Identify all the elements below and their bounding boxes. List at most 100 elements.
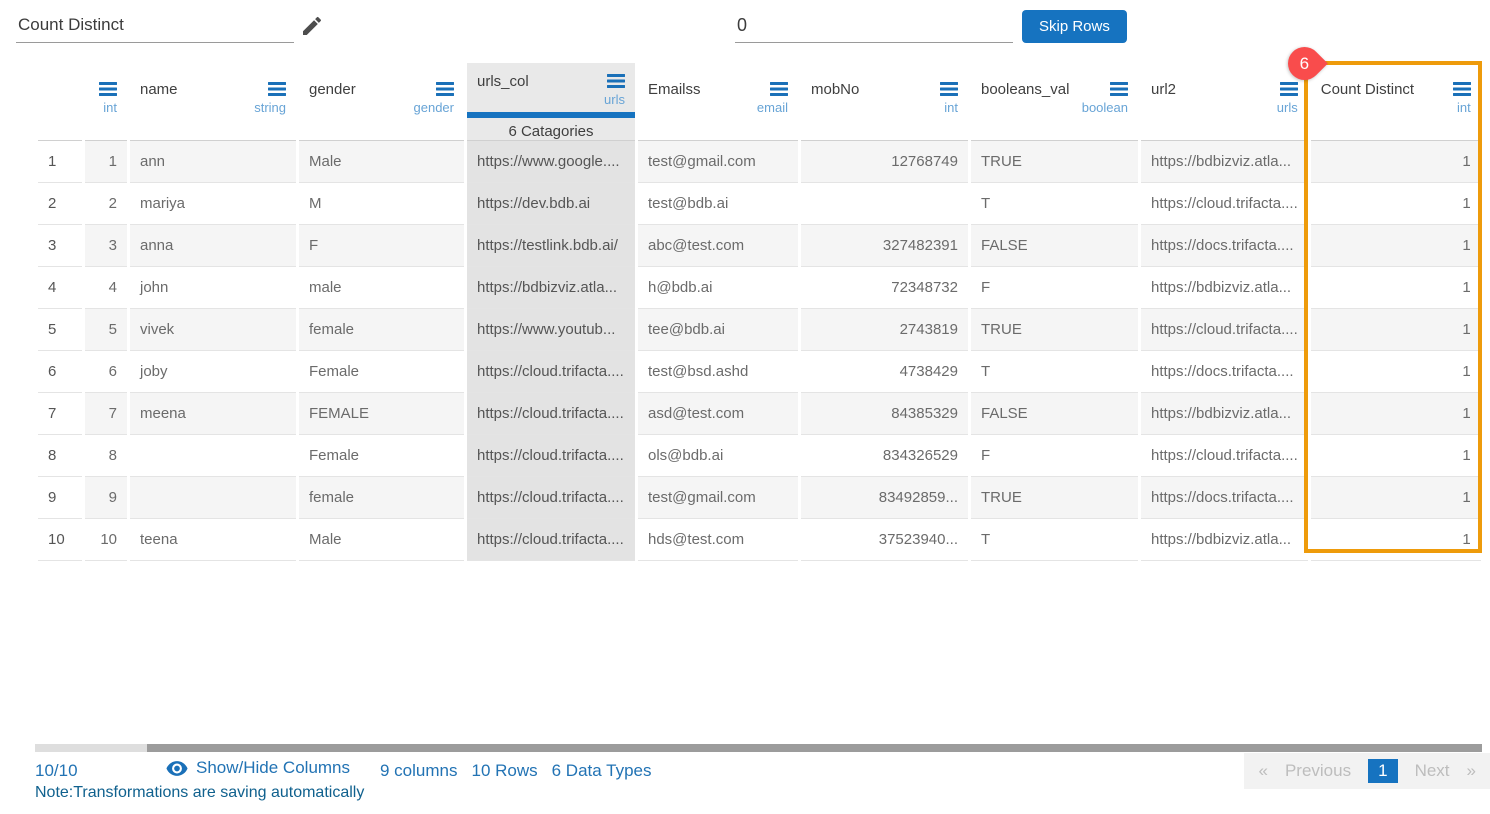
- cell[interactable]: Female: [299, 435, 464, 477]
- cell[interactable]: 3: [85, 225, 127, 267]
- cell[interactable]: 1: [1311, 519, 1481, 561]
- cell[interactable]: 37523940...: [801, 519, 968, 561]
- cell[interactable]: FALSE: [971, 393, 1138, 435]
- edit-pencil-icon[interactable]: [300, 14, 324, 38]
- cell[interactable]: https://cloud.trifacta....: [467, 435, 635, 477]
- cell[interactable]: 6: [85, 351, 127, 393]
- cell[interactable]: https://docs.trifacta....: [1141, 477, 1308, 519]
- cell[interactable]: https://cloud.trifacta....: [1141, 183, 1308, 225]
- transform-name-input[interactable]: [16, 8, 294, 43]
- cell[interactable]: test@bdb.ai: [638, 183, 798, 225]
- pagination-page-1[interactable]: 1: [1368, 759, 1397, 783]
- cell[interactable]: 1: [85, 141, 127, 183]
- cell[interactable]: 7: [85, 393, 127, 435]
- cell[interactable]: https://cloud.trifacta....: [467, 393, 635, 435]
- cell[interactable]: 1: [1311, 351, 1481, 393]
- cell[interactable]: h@bdb.ai: [638, 267, 798, 309]
- column-menu-icon[interactable]: [99, 82, 117, 96]
- cell[interactable]: hds@test.com: [638, 519, 798, 561]
- cell[interactable]: 1: [1311, 267, 1481, 309]
- cell[interactable]: test@bsd.ashd: [638, 351, 798, 393]
- cell[interactable]: 4738429: [801, 351, 968, 393]
- horizontal-scrollbar[interactable]: [35, 744, 1482, 752]
- cell[interactable]: test@gmail.com: [638, 477, 798, 519]
- cell[interactable]: Female: [299, 351, 464, 393]
- cell[interactable]: F: [971, 267, 1138, 309]
- cell[interactable]: [130, 477, 296, 519]
- column-header-mobNo[interactable]: mobNoint: [801, 63, 968, 141]
- cell[interactable]: https://bdbizviz.atla...: [1141, 267, 1308, 309]
- column-menu-icon[interactable]: [268, 82, 286, 96]
- cell[interactable]: https://bdbizviz.atla...: [1141, 519, 1308, 561]
- cell[interactable]: 1: [1311, 435, 1481, 477]
- cell[interactable]: TRUE: [971, 477, 1138, 519]
- cell[interactable]: vivek: [130, 309, 296, 351]
- cell[interactable]: 8: [85, 435, 127, 477]
- column-header-name[interactable]: namestring: [130, 63, 296, 141]
- cell[interactable]: TRUE: [971, 141, 1138, 183]
- column-header-urls_col[interactable]: urls_colurls6 Catagories: [467, 63, 635, 141]
- cell[interactable]: https://dev.bdb.ai: [467, 183, 635, 225]
- cell[interactable]: https://cloud.trifacta....: [467, 477, 635, 519]
- cell[interactable]: Male: [299, 519, 464, 561]
- cell[interactable]: https://testlink.bdb.ai/: [467, 225, 635, 267]
- cell[interactable]: john: [130, 267, 296, 309]
- cell[interactable]: meena: [130, 393, 296, 435]
- cell[interactable]: https://cloud.trifacta....: [1141, 309, 1308, 351]
- cell[interactable]: https://cloud.trifacta....: [467, 351, 635, 393]
- cell[interactable]: https://cloud.trifacta....: [467, 519, 635, 561]
- column-header-index[interactable]: int: [85, 63, 127, 141]
- show-hide-columns-button[interactable]: Show/Hide Columns: [166, 758, 350, 778]
- cell[interactable]: https://bdbizviz.atla...: [467, 267, 635, 309]
- cell[interactable]: 72348732: [801, 267, 968, 309]
- cell[interactable]: https://cloud.trifacta....: [1141, 435, 1308, 477]
- cell[interactable]: 4: [85, 267, 127, 309]
- cell[interactable]: 327482391: [801, 225, 968, 267]
- column-menu-icon[interactable]: [770, 82, 788, 96]
- cell[interactable]: 9: [85, 477, 127, 519]
- cell[interactable]: TRUE: [971, 309, 1138, 351]
- cell[interactable]: https://bdbizviz.atla...: [1141, 141, 1308, 183]
- cell[interactable]: https://bdbizviz.atla...: [1141, 393, 1308, 435]
- cell[interactable]: 2743819: [801, 309, 968, 351]
- cell[interactable]: T: [971, 519, 1138, 561]
- cell[interactable]: 1: [1311, 183, 1481, 225]
- horizontal-scrollbar-thumb[interactable]: [147, 744, 1482, 752]
- cell[interactable]: https://www.google....: [467, 141, 635, 183]
- cell[interactable]: 834326529: [801, 435, 968, 477]
- cell[interactable]: [801, 183, 968, 225]
- pagination-first-arrow[interactable]: «: [1258, 761, 1267, 781]
- cell[interactable]: FALSE: [971, 225, 1138, 267]
- cell[interactable]: teena: [130, 519, 296, 561]
- cell[interactable]: 2: [85, 183, 127, 225]
- pagination-previous[interactable]: Previous: [1285, 761, 1351, 781]
- cell[interactable]: tee@bdb.ai: [638, 309, 798, 351]
- cell[interactable]: female: [299, 477, 464, 519]
- column-header-booleans_val[interactable]: booleans_valboolean: [971, 63, 1138, 141]
- cell[interactable]: test@gmail.com: [638, 141, 798, 183]
- cell[interactable]: F: [971, 435, 1138, 477]
- column-menu-icon[interactable]: [1453, 82, 1471, 96]
- skip-rows-input[interactable]: [735, 8, 1013, 43]
- cell[interactable]: 1: [1311, 225, 1481, 267]
- cell[interactable]: joby: [130, 351, 296, 393]
- cell[interactable]: ann: [130, 141, 296, 183]
- cell[interactable]: Male: [299, 141, 464, 183]
- cell[interactable]: 83492859...: [801, 477, 968, 519]
- cell[interactable]: 1: [1311, 141, 1481, 183]
- cell[interactable]: https://docs.trifacta....: [1141, 351, 1308, 393]
- pagination-next[interactable]: Next: [1415, 761, 1450, 781]
- skip-rows-button[interactable]: Skip Rows: [1022, 10, 1127, 43]
- column-menu-icon[interactable]: [940, 82, 958, 96]
- cell[interactable]: https://docs.trifacta....: [1141, 225, 1308, 267]
- column-menu-icon[interactable]: [1110, 82, 1128, 96]
- cell[interactable]: asd@test.com: [638, 393, 798, 435]
- pagination-last-arrow[interactable]: »: [1467, 761, 1476, 781]
- cell[interactable]: M: [299, 183, 464, 225]
- column-menu-icon[interactable]: [1280, 82, 1298, 96]
- column-header-gender[interactable]: gendergender: [299, 63, 464, 141]
- cell[interactable]: male: [299, 267, 464, 309]
- cell[interactable]: 10: [85, 519, 127, 561]
- cell[interactable]: [130, 435, 296, 477]
- cell[interactable]: F: [299, 225, 464, 267]
